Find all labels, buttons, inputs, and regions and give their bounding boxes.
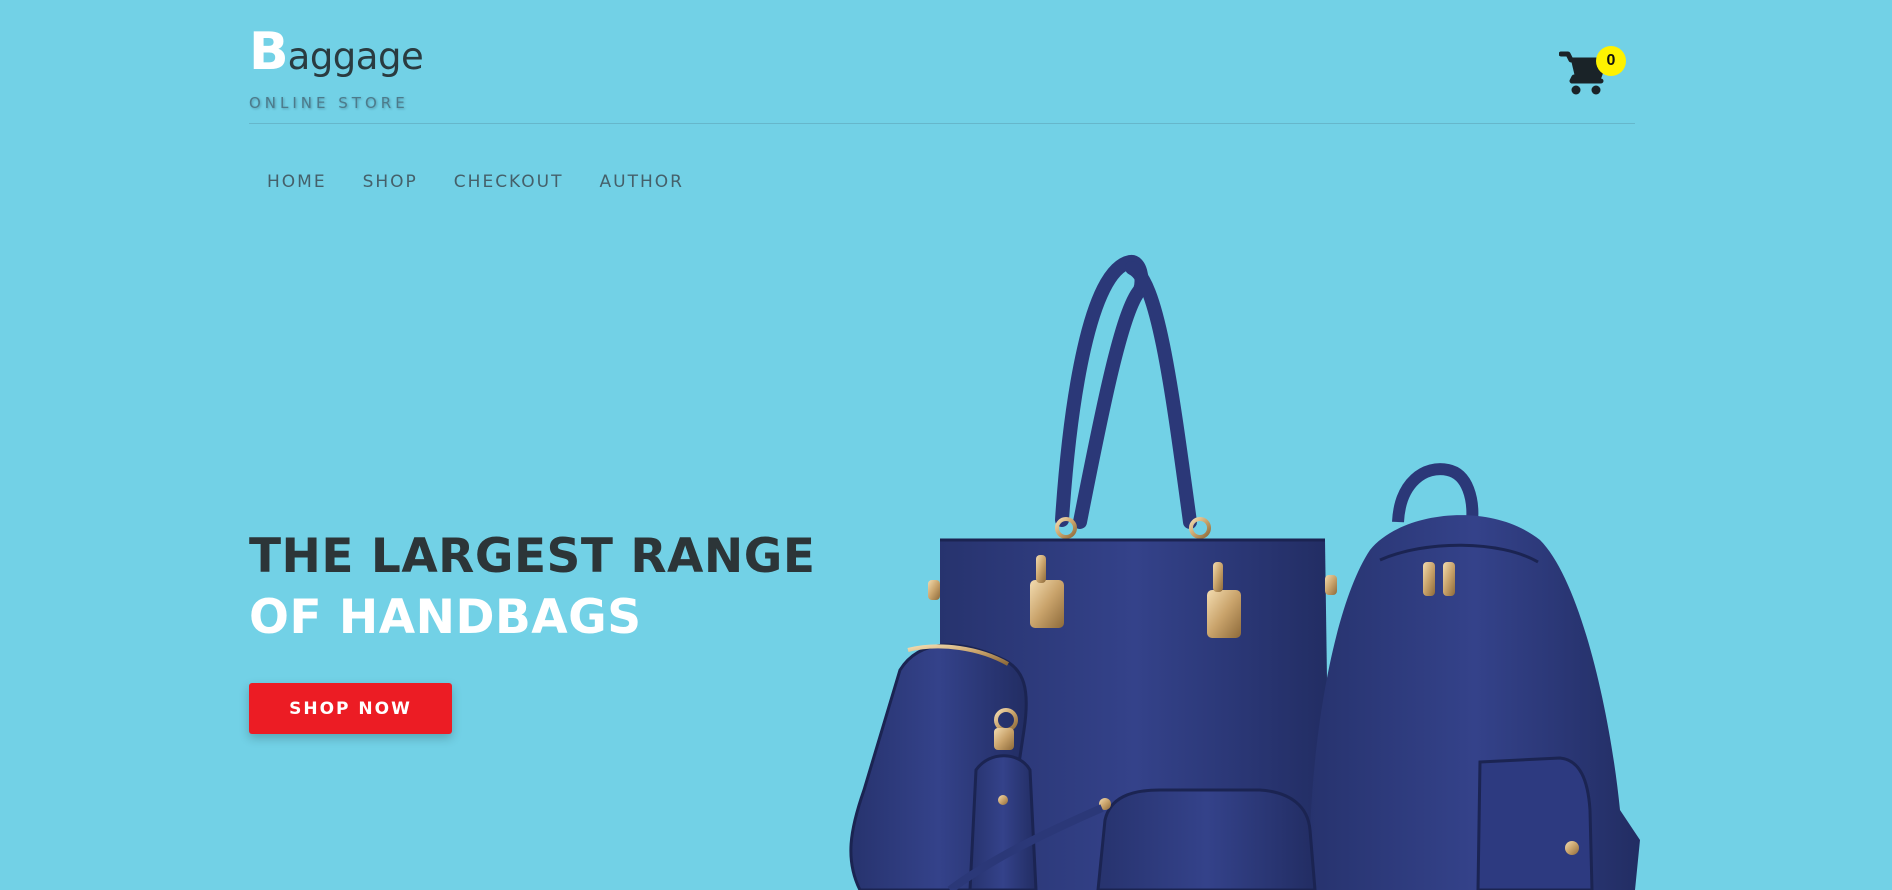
logo-initial: B <box>249 22 289 82</box>
logo-text: aggage <box>287 35 424 78</box>
brand-tagline: ONLINE STORE <box>249 94 409 112</box>
shop-now-button[interactable]: SHOP NOW <box>249 683 452 734</box>
nav-item-shop[interactable]: SHOP <box>345 166 436 198</box>
site-header: Baggage ONLINE STORE 0 <box>249 0 1635 124</box>
backpack-handle <box>1392 463 1479 523</box>
page: Baggage ONLINE STORE 0 HOME SHOP CHECKOU… <box>0 0 1892 890</box>
hero-title-line1: THE LARGEST RANGE <box>249 529 816 584</box>
tote-strap-right <box>1125 261 1197 529</box>
nav-item-author[interactable]: AUTHOR <box>582 166 702 198</box>
main-nav: HOME SHOP CHECKOUT AUTHOR <box>249 166 702 198</box>
brand-logo[interactable]: Baggage <box>249 22 424 82</box>
tote-strap-left <box>1055 255 1149 529</box>
hero-title-line2: OF HANDBAGS <box>249 590 642 645</box>
logo-wordmark: Baggage <box>249 22 424 82</box>
hero-title: THE LARGEST RANGE OF HANDBAGS <box>249 526 815 648</box>
nav-item-checkout[interactable]: CHECKOUT <box>436 166 582 198</box>
cart-button[interactable]: 0 <box>1559 46 1627 98</box>
nav-item-home[interactable]: HOME <box>249 166 345 198</box>
handbag-set-image <box>849 255 1640 890</box>
cart-count-badge: 0 <box>1596 46 1626 76</box>
backpack-pocket <box>1476 756 1594 890</box>
